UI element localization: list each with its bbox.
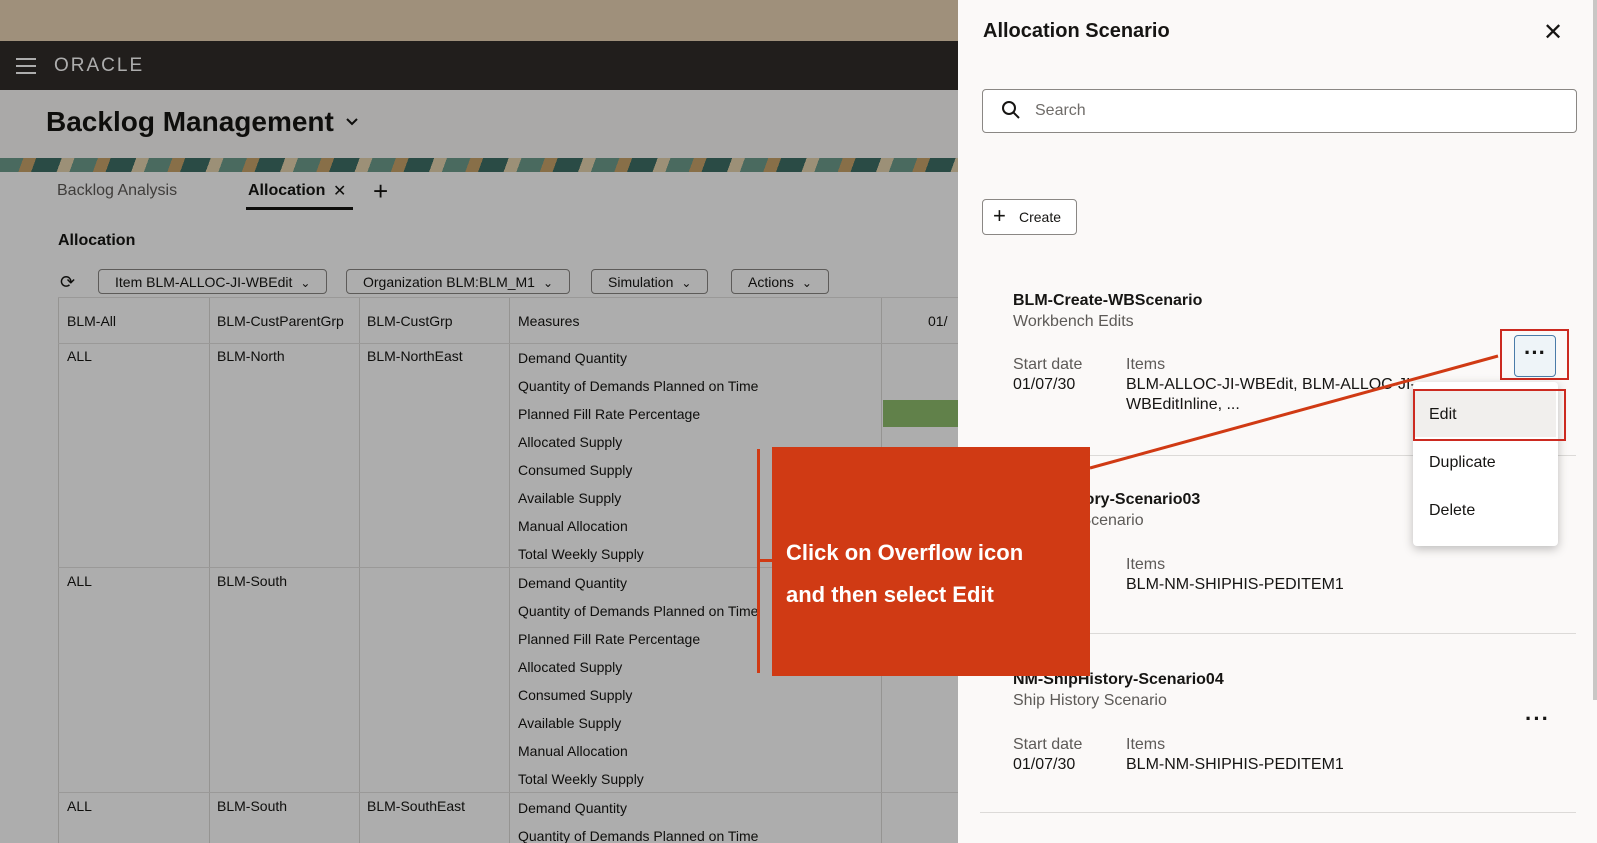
callout-bracket-tick [757, 559, 773, 562]
search-field[interactable] [982, 89, 1577, 133]
items-label: Items [1126, 356, 1166, 373]
callout-text: Click on Overflow icon and then select E… [786, 532, 1086, 616]
overflow-icon[interactable]: ··· [1525, 706, 1550, 732]
drawer-title: Allocation Scenario [983, 20, 1170, 42]
items-value: BLM-NM-SHIPHIS-PEDITEM1 [1126, 576, 1344, 593]
callout-line: and then select Edit [786, 582, 994, 607]
menu-item-delete[interactable]: Delete [1429, 502, 1475, 520]
allocation-scenario-drawer: Allocation Scenario ✕ + Create BLM-Creat… [958, 0, 1597, 843]
scenario-type: Ship History Scenario [1013, 692, 1167, 709]
items-label: Items [1126, 736, 1166, 753]
callout-line: Click on Overflow icon [786, 540, 1024, 565]
items-value: BLM-NM-SHIPHIS-PEDITEM1 [1126, 756, 1344, 773]
start-date-value: 01/07/30 [1013, 376, 1076, 393]
plus-icon: + [993, 203, 1006, 228]
card-divider [980, 812, 1576, 813]
close-icon[interactable]: ✕ [1543, 18, 1563, 47]
items-value: BLM-ALLOC-JI-WBEdit, BLM-ALLOC-JI- [1126, 376, 1416, 393]
items-label: Items [1126, 556, 1166, 573]
search-icon [1002, 101, 1020, 119]
create-button[interactable]: + Create [982, 199, 1077, 235]
items-value: WBEditInline, ... [1126, 396, 1240, 413]
start-date-label: Start date [1013, 356, 1083, 373]
scenario-name[interactable]: BLM-Create-WBScenario [1013, 292, 1202, 310]
edit-highlight-box [1413, 389, 1566, 441]
scrollbar[interactable] [1593, 0, 1597, 700]
modal-backdrop[interactable] [0, 0, 958, 843]
menu-item-duplicate[interactable]: Duplicate [1429, 454, 1496, 472]
scenario-type: Workbench Edits [1013, 313, 1134, 330]
instruction-callout: Click on Overflow icon and then select E… [772, 447, 1090, 676]
start-date-value: 01/07/30 [1013, 756, 1076, 773]
start-date-label: Start date [1013, 736, 1083, 753]
search-input[interactable] [1035, 96, 1555, 126]
overflow-highlight-box [1500, 329, 1569, 380]
